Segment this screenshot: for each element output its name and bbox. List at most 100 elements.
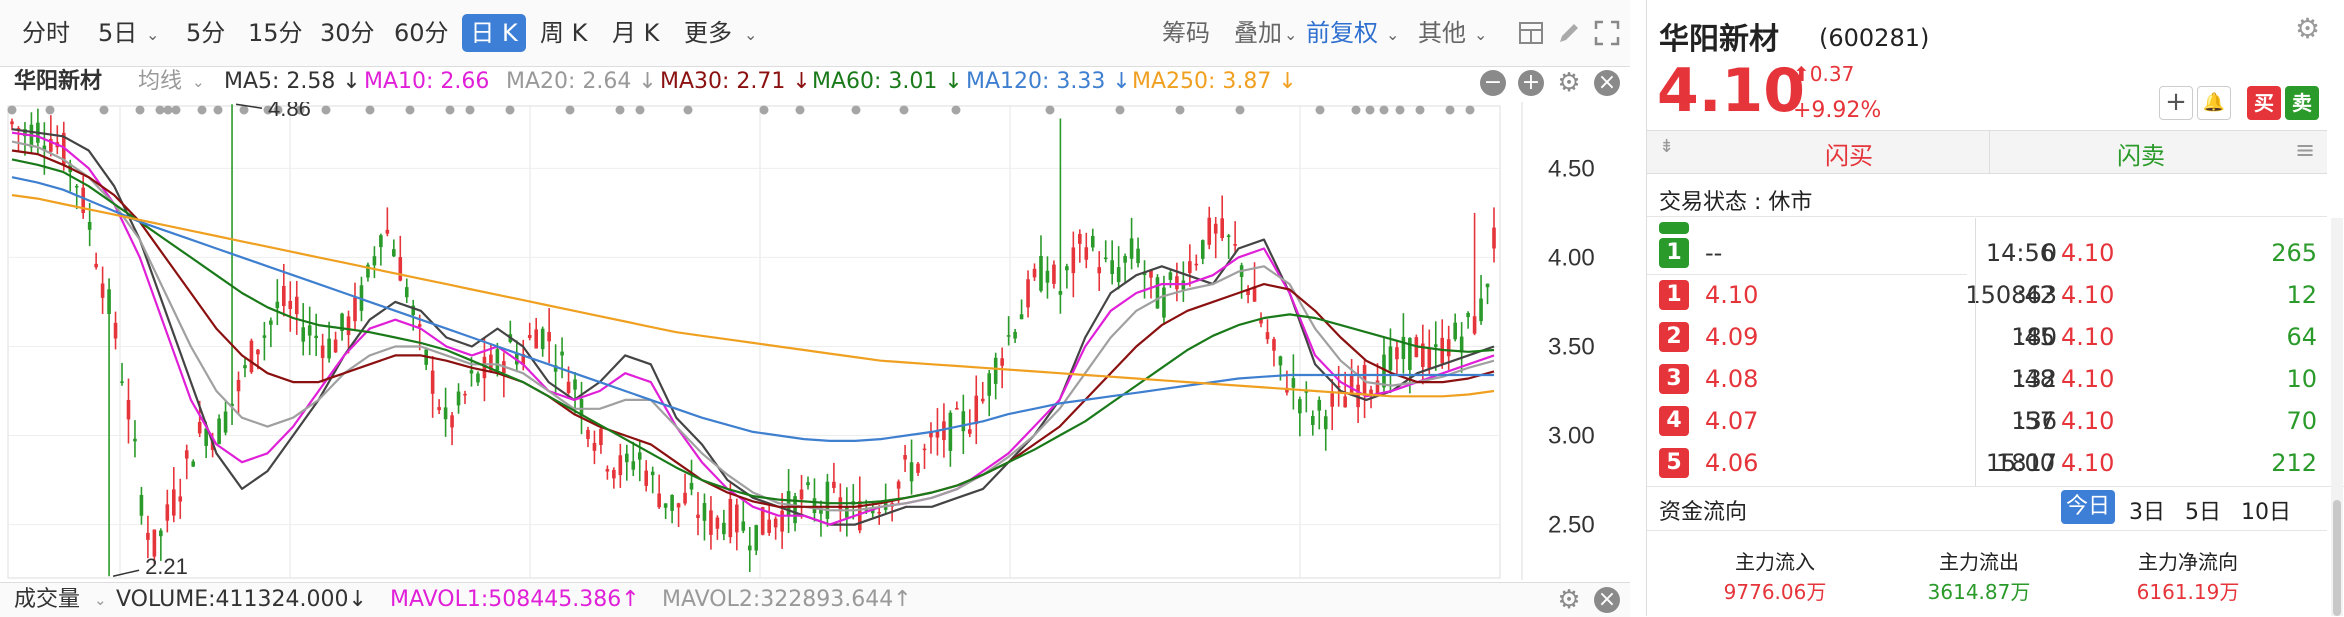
period-5min[interactable]: 5分 — [186, 14, 225, 52]
event-marker[interactable] — [505, 105, 515, 115]
event-marker[interactable] — [321, 105, 331, 115]
event-marker[interactable] — [197, 105, 207, 115]
candle-body — [1317, 399, 1322, 411]
flash-sell-button[interactable]: 闪卖 — [2117, 136, 2165, 171]
event-marker[interactable] — [899, 105, 909, 115]
scrollbar-thumb[interactable] — [2333, 500, 2341, 616]
candle-body — [967, 429, 972, 434]
event-marker[interactable] — [171, 105, 181, 115]
tab-today[interactable]: 今日 — [2061, 490, 2115, 524]
event-marker[interactable] — [465, 105, 475, 115]
candle-body — [599, 428, 603, 446]
event-marker[interactable] — [1445, 105, 1455, 115]
chevron-down-icon[interactable]: ⌄ — [94, 583, 107, 617]
period-fenshi[interactable]: 分时 — [22, 14, 70, 52]
event-marker[interactable] — [1175, 105, 1185, 115]
event-marker[interactable] — [615, 105, 625, 115]
event-marker[interactable] — [759, 105, 769, 115]
period-60min[interactable]: 60分 — [394, 14, 449, 52]
candle-body — [909, 462, 914, 482]
event-marker[interactable] — [163, 105, 173, 115]
event-marker[interactable] — [155, 105, 165, 115]
add-watchlist-button[interactable]: + — [2159, 86, 2193, 120]
event-marker[interactable] — [1415, 105, 1425, 115]
kline-chart[interactable]: 4.50 4.00 3.50 3.00 2.50 4.86 2.21 — [0, 96, 1630, 580]
candle-body — [463, 393, 467, 396]
event-marker[interactable] — [405, 105, 415, 115]
event-marker[interactable] — [951, 105, 961, 115]
period-15min[interactable]: 15分 — [248, 14, 303, 52]
period-weekly-k[interactable]: 周 K — [540, 14, 587, 52]
y-tick-label: 4.00 — [1548, 244, 1595, 271]
event-marker[interactable] — [683, 105, 693, 115]
candle-body — [1103, 257, 1108, 260]
period-daily-k[interactable]: 日 K — [462, 14, 526, 52]
collapse-icon[interactable]: ⇟ — [1659, 136, 1674, 157]
layout-grid-icon[interactable] — [1518, 20, 1544, 46]
event-marker[interactable] — [445, 105, 455, 115]
event-marker[interactable] — [1465, 105, 1475, 115]
event-marker[interactable] — [1115, 105, 1125, 115]
bell-icon[interactable]: 🔔 — [2197, 86, 2231, 120]
fullscreen-icon[interactable] — [1594, 20, 1620, 46]
event-marker[interactable] — [635, 105, 645, 115]
event-marker[interactable] — [565, 105, 575, 115]
event-marker[interactable] — [1395, 105, 1405, 115]
event-marker[interactable] — [45, 105, 55, 115]
buy-level-badge: 4 — [1659, 406, 1689, 436]
event-marker[interactable] — [795, 105, 805, 115]
event-marker[interactable] — [1379, 105, 1389, 115]
event-marker[interactable] — [99, 105, 109, 115]
gear-icon[interactable]: ⚙ — [1556, 587, 1582, 613]
event-marker[interactable] — [1045, 105, 1055, 115]
chevron-down-icon[interactable]: ⌄ — [192, 62, 205, 102]
buy-price: 4.10 — [1705, 281, 1759, 309]
plus-icon[interactable]: + — [1518, 70, 1544, 96]
adjust-mode-select[interactable]: 前复权 — [1306, 14, 1378, 52]
period-30min[interactable]: 30分 — [320, 14, 375, 52]
event-marker[interactable] — [213, 105, 223, 115]
candle-body — [87, 221, 92, 230]
stock-name-label: 华阳新材 — [14, 69, 103, 94]
candle-body — [832, 481, 836, 488]
tab-10day[interactable]: 10日 — [2241, 494, 2291, 526]
divider — [1647, 216, 2327, 217]
period-more[interactable]: 更多 — [684, 14, 732, 52]
gear-icon[interactable]: ⚙ — [2295, 12, 2320, 45]
close-icon[interactable]: × — [1594, 70, 1620, 96]
period-5day[interactable]: 5日 — [98, 14, 137, 52]
event-marker[interactable] — [1365, 105, 1375, 115]
event-marker[interactable] — [239, 105, 249, 115]
event-marker[interactable] — [1351, 105, 1361, 115]
other-menu[interactable]: 其他 — [1418, 14, 1466, 52]
close-icon[interactable]: × — [1594, 587, 1620, 613]
flash-buy-button[interactable]: 闪买 — [1825, 136, 1873, 171]
event-marker[interactable] — [135, 105, 145, 115]
chips-button[interactable]: 筹码 — [1162, 14, 1210, 52]
menu-icon[interactable]: ≡ — [2295, 136, 2315, 164]
chevron-down-icon[interactable]: ⌄ — [744, 16, 757, 54]
pencil-icon[interactable] — [1556, 20, 1582, 46]
buy-button[interactable]: 买 — [2247, 86, 2281, 120]
kline-svg[interactable]: 4.50 4.00 3.50 3.00 2.50 4.86 2.21 — [0, 96, 1630, 580]
event-marker[interactable] — [1235, 105, 1245, 115]
candle-body — [159, 530, 163, 537]
indicator-type-select[interactable]: 均线 — [138, 62, 182, 102]
period-monthly-k[interactable]: 月 K — [612, 14, 659, 52]
overlay-button[interactable]: 叠加 — [1234, 14, 1282, 52]
gear-icon[interactable]: ⚙ — [1556, 70, 1582, 96]
candle-body — [825, 481, 830, 519]
volume-indicator-select[interactable]: 成交量 — [14, 583, 80, 617]
minus-icon[interactable]: − — [1480, 70, 1506, 96]
event-marker[interactable] — [7, 105, 17, 115]
event-marker[interactable] — [851, 105, 861, 115]
sell-button[interactable]: 卖 — [2285, 86, 2319, 120]
chevron-down-icon[interactable]: ⌄ — [146, 16, 159, 54]
event-marker[interactable] — [1315, 105, 1325, 115]
candle-body — [566, 381, 571, 394]
tab-3day[interactable]: 3日 — [2129, 494, 2165, 526]
tab-5day[interactable]: 5日 — [2185, 494, 2221, 526]
candle-body — [637, 452, 642, 460]
event-marker[interactable] — [365, 105, 375, 115]
candle-body — [1162, 287, 1166, 318]
